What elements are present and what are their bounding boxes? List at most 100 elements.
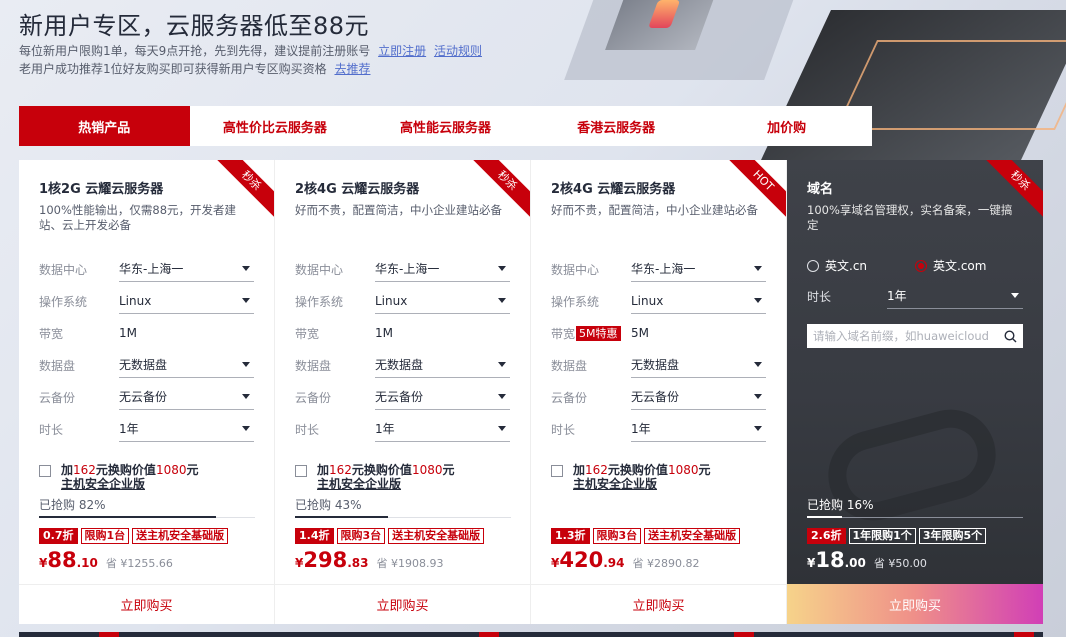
os-label: 操作系统	[39, 294, 88, 309]
datacenter-select[interactable]: 华东-上海一	[631, 256, 766, 282]
promo-badges: 1.3折 限购3台 送主机安全基础版	[551, 528, 741, 544]
addon-checkbox[interactable]	[295, 465, 307, 477]
tab-hot-products[interactable]: 热销产品	[19, 106, 190, 146]
backup-label: 云备份	[39, 390, 76, 405]
os-select[interactable]: Linux	[119, 288, 254, 314]
chevron-down-icon	[498, 394, 506, 399]
sold-progress: 已抢购 43%	[295, 496, 511, 518]
chevron-down-icon	[242, 266, 250, 271]
recommend-link[interactable]: 去推荐	[334, 62, 370, 76]
chevron-down-icon	[242, 426, 250, 431]
promo-line-2: 老用户成功推荐1位好友购买即可获得新用户专区购买资格 去推荐	[19, 61, 482, 77]
os-label: 操作系统	[295, 294, 344, 309]
chevron-down-icon	[498, 298, 506, 303]
os-select[interactable]: Linux	[631, 288, 766, 314]
duration-label: 时长	[807, 289, 832, 304]
tab-performance-ecs[interactable]: 高性能云服务器	[360, 106, 531, 146]
datacenter-label: 数据中心	[39, 262, 88, 277]
disk-label: 数据盘	[39, 358, 76, 373]
backup-select[interactable]: 无云备份	[631, 384, 766, 410]
limit-badge: 限购3台	[336, 528, 386, 544]
discount-badge: 2.6折	[807, 528, 846, 544]
addon-product-link[interactable]: 主机安全企业版	[573, 477, 711, 491]
datacenter-select[interactable]: 华东-上海一	[375, 256, 510, 282]
tab-hongkong-ecs[interactable]: 香港云服务器	[531, 106, 702, 146]
addon-checkbox[interactable]	[551, 465, 563, 477]
bandwidth-promo-tag: 5M特惠	[576, 325, 621, 341]
gift-badge: 送主机安全基础版	[132, 528, 229, 544]
addon-offer: 加162元换购价值1080元 主机安全企业版	[295, 463, 510, 491]
disk-select[interactable]: 无数据盘	[375, 352, 510, 378]
chevron-down-icon	[498, 266, 506, 271]
bandwidth-label: 带宽	[295, 326, 320, 341]
price: ¥420.94 省 ¥2890.82	[551, 548, 700, 572]
datacenter-label: 数据中心	[295, 262, 344, 277]
backup-select[interactable]: 无云备份	[375, 384, 510, 410]
radio-icon	[807, 259, 819, 272]
addon-offer: 加162元换购价值1080元 主机安全企业版	[39, 463, 254, 491]
radio-com[interactable]: 英文.com	[915, 257, 1023, 274]
disk-select[interactable]: 无数据盘	[119, 352, 254, 378]
duration-select[interactable]: 1年	[631, 416, 766, 442]
savings: 省 ¥1908.93	[376, 557, 444, 570]
chevron-down-icon	[498, 362, 506, 367]
chevron-down-icon	[242, 394, 250, 399]
next-row-peek	[19, 632, 1043, 637]
duration-label: 时长	[39, 422, 64, 437]
radio-cn[interactable]: 英文.cn	[807, 257, 915, 274]
chevron-down-icon	[242, 298, 250, 303]
discount-badge: 1.4折	[295, 528, 334, 544]
chevron-down-icon	[754, 362, 762, 367]
savings: 省 ¥50.00	[873, 557, 927, 570]
backup-select[interactable]: 无云备份	[119, 384, 254, 410]
buy-now-button[interactable]: 立即购买	[275, 584, 530, 624]
addon-product-link[interactable]: 主机安全企业版	[61, 477, 199, 491]
chevron-down-icon	[754, 394, 762, 399]
os-select[interactable]: Linux	[375, 288, 510, 314]
price: ¥18.00 省 ¥50.00	[807, 548, 927, 572]
addon-product-link[interactable]: 主机安全企业版	[317, 477, 455, 491]
tab-value-ecs[interactable]: 高性价比云服务器	[190, 106, 361, 146]
register-link[interactable]: 立即注册	[378, 44, 426, 58]
buy-now-button[interactable]: 立即购买	[531, 584, 786, 624]
page-title: 新用户专区，云服务器低至88元	[19, 12, 370, 40]
limit-badge: 3年限购5个	[918, 528, 987, 544]
os-label: 操作系统	[551, 294, 600, 309]
disk-label: 数据盘	[295, 358, 332, 373]
promo-text-2: 老用户成功推荐1位好友购买即可获得新用户专区购买资格	[19, 62, 327, 76]
duration-select[interactable]: 1年	[119, 416, 254, 442]
limit-badge: 限购1台	[80, 528, 130, 544]
backup-label: 云备份	[551, 390, 588, 405]
datacenter-select[interactable]: 华东-上海一	[119, 256, 254, 282]
ribbon-flash-sale: 秒杀	[470, 160, 530, 220]
buy-now-button[interactable]: 立即购买	[787, 584, 1043, 624]
discount-badge: 1.3折	[551, 528, 590, 544]
rules-link[interactable]: 活动规则	[434, 44, 482, 58]
product-card-2: 秒杀 2核4G 云耀云服务器 好而不贵，配置简洁，中小企业建站必备 数据中心 华东…	[275, 160, 531, 624]
domain-search-input[interactable]: 请输入域名前缀，如huaweicloud	[807, 324, 1023, 348]
duration-select[interactable]: 1年	[375, 416, 510, 442]
chevron-down-icon	[754, 266, 762, 271]
gift-badge: 送主机安全基础版	[644, 528, 741, 544]
chevron-down-icon	[1011, 293, 1019, 298]
savings: 省 ¥2890.82	[632, 557, 700, 570]
buy-now-button[interactable]: 立即购买	[19, 584, 274, 624]
limit-badge: 限购3台	[592, 528, 642, 544]
product-card-domain: 秒杀 域名 100%享域名管理权，实名备案，一键搞定 英文.cn 英文.com …	[787, 160, 1043, 624]
product-cards: 秒杀 1核2G 云耀云服务器 100%性能输出，仅需88元，开发者建站、云上开发…	[19, 160, 1043, 624]
bandwidth-value: 1M	[119, 326, 137, 340]
chevron-down-icon	[754, 426, 762, 431]
chevron-down-icon	[754, 298, 762, 303]
tab-add-on-purchase[interactable]: 加价购	[701, 106, 872, 146]
product-card-3: HOT 2核4G 云耀云服务器 好而不贵，配置简洁，中小企业建站必备 数据中心华…	[531, 160, 787, 624]
discount-badge: 0.7折	[39, 528, 78, 544]
disk-select[interactable]: 无数据盘	[631, 352, 766, 378]
ribbon-flash-sale: 秒杀	[214, 160, 274, 220]
addon-checkbox[interactable]	[39, 465, 51, 477]
price: ¥88.10 省 ¥1255.66	[39, 548, 173, 572]
search-icon[interactable]	[1004, 329, 1017, 343]
addon-offer: 加162元换购价值1080元 主机安全企业版	[551, 463, 766, 491]
duration-select[interactable]: 1年	[887, 283, 1023, 309]
bandwidth-label: 带宽 5M特惠	[551, 325, 631, 342]
duration-label: 时长	[551, 422, 576, 437]
